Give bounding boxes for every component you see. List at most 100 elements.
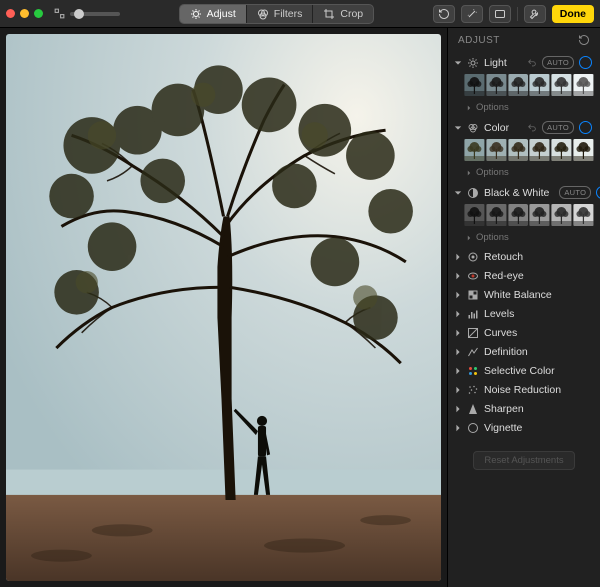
color-presets-thumb-0[interactable] [464,139,485,161]
section-color[interactable]: Color AUTO [448,117,600,137]
chevron-right-icon [454,424,462,432]
tab-adjust[interactable]: Adjust [180,5,247,23]
rotate-ccw-button[interactable] [433,5,455,23]
chevron-right-icon [454,329,462,337]
bw-auto-button[interactable]: AUTO [559,186,591,199]
bw-toggle[interactable] [596,186,600,199]
color-presets-thumb-3[interactable] [529,139,550,161]
color-options-label: Options [476,167,509,178]
done-button[interactable]: Done [552,5,594,23]
divider [517,7,518,21]
reset-adjustments-button[interactable]: Reset Adjustments [473,451,574,470]
bw-options[interactable]: Options [448,230,600,247]
section-vignette[interactable]: Vignette [448,418,600,437]
light-presets-thumb-0[interactable] [464,74,485,96]
color-presets-thumb-4[interactable] [551,139,572,161]
section-noise[interactable]: Noise Reduction [448,380,600,399]
light-options[interactable]: Options [448,100,600,117]
definition-icon [467,346,479,358]
revert-icon[interactable] [578,34,590,46]
light-presets-thumb-5[interactable] [573,74,594,96]
redeye-label: Red-eye [484,270,592,282]
wb-label: White Balance [484,289,592,301]
section-definition[interactable]: Definition [448,342,600,361]
chevron-right-icon [466,105,472,111]
toolbar-right: Done [433,5,594,23]
retouch-icon [467,251,479,263]
filters-icon [257,8,269,20]
minimize-window-button[interactable] [20,9,29,18]
section-levels[interactable]: Levels [448,304,600,323]
levels-icon [467,308,479,320]
light-presets-thumb-4[interactable] [551,74,572,96]
color-presets-thumb-5[interactable] [573,139,594,161]
wrench-icon [529,8,541,20]
color-auto-button[interactable]: AUTO [542,121,574,134]
section-bw[interactable]: Black & White AUTO [448,182,600,202]
color-toggle[interactable] [579,121,592,134]
maximize-window-button[interactable] [34,9,43,18]
sidebar-title: ADJUST [458,35,500,46]
half-circle-icon [467,187,479,199]
section-redeye[interactable]: Red-eye [448,266,600,285]
light-auto-button[interactable]: AUTO [542,56,574,69]
chevron-down-icon [454,124,462,132]
selcolor-icon [467,365,479,377]
tools-button[interactable] [524,5,546,23]
color-icon [467,122,479,134]
chevron-down-icon [454,189,462,197]
compare-button[interactable] [489,5,511,23]
undo-icon[interactable] [527,123,537,133]
light-presets-thumb-3[interactable] [529,74,550,96]
tab-adjust-label: Adjust [207,8,236,20]
color-presets-thumb-1[interactable] [486,139,507,161]
body: ADJUST Light AUTO [0,28,600,587]
tab-filters[interactable]: Filters [247,5,314,23]
section-light[interactable]: Light AUTO [448,52,600,72]
bw-presets-thumb-2[interactable] [508,204,529,226]
chevron-right-icon [466,170,472,176]
sharpen-icon [467,403,479,415]
undo-icon[interactable] [527,58,537,68]
color-presets-thumb-2[interactable] [508,139,529,161]
light-presets-thumb-2[interactable] [508,74,529,96]
tab-filters-label: Filters [274,8,303,20]
bw-icon [467,187,479,199]
bw-presets-thumb-4[interactable] [551,204,572,226]
color-presets [448,137,600,165]
adjust-icon [190,8,202,20]
sharpen-label: Sharpen [484,403,592,415]
bw-presets-thumb-3[interactable] [529,204,550,226]
chevron-right-icon [454,386,462,394]
tab-crop-label: Crop [340,8,363,20]
enhance-button[interactable] [461,5,483,23]
chevron-right-icon [454,367,462,375]
wb-icon [467,289,479,301]
light-presets [448,72,600,100]
section-selcolor[interactable]: Selective Color [448,361,600,380]
section-wb[interactable]: White Balance [448,285,600,304]
vignette-icon [467,422,479,434]
chevron-right-icon [454,272,462,280]
section-retouch[interactable]: Retouch [448,247,600,266]
color-label: Color [484,122,522,134]
bw-presets-thumb-5[interactable] [573,204,594,226]
zoom-control [53,7,120,20]
light-toggle[interactable] [579,56,592,69]
photo[interactable] [6,34,441,581]
bw-presets-thumb-1[interactable] [486,204,507,226]
tab-crop[interactable]: Crop [313,5,373,23]
bw-presets-thumb-0[interactable] [464,204,485,226]
zoom-slider[interactable] [70,12,120,16]
chevron-right-icon [454,310,462,318]
chevron-right-icon [466,235,472,241]
light-presets-thumb-1[interactable] [486,74,507,96]
section-sharpen[interactable]: Sharpen [448,399,600,418]
sidebar-header: ADJUST [448,28,600,52]
curves-icon [467,327,479,339]
close-window-button[interactable] [6,9,15,18]
color-options[interactable]: Options [448,165,600,182]
canvas-area [0,28,447,587]
window-controls [6,9,43,18]
section-curves[interactable]: Curves [448,323,600,342]
